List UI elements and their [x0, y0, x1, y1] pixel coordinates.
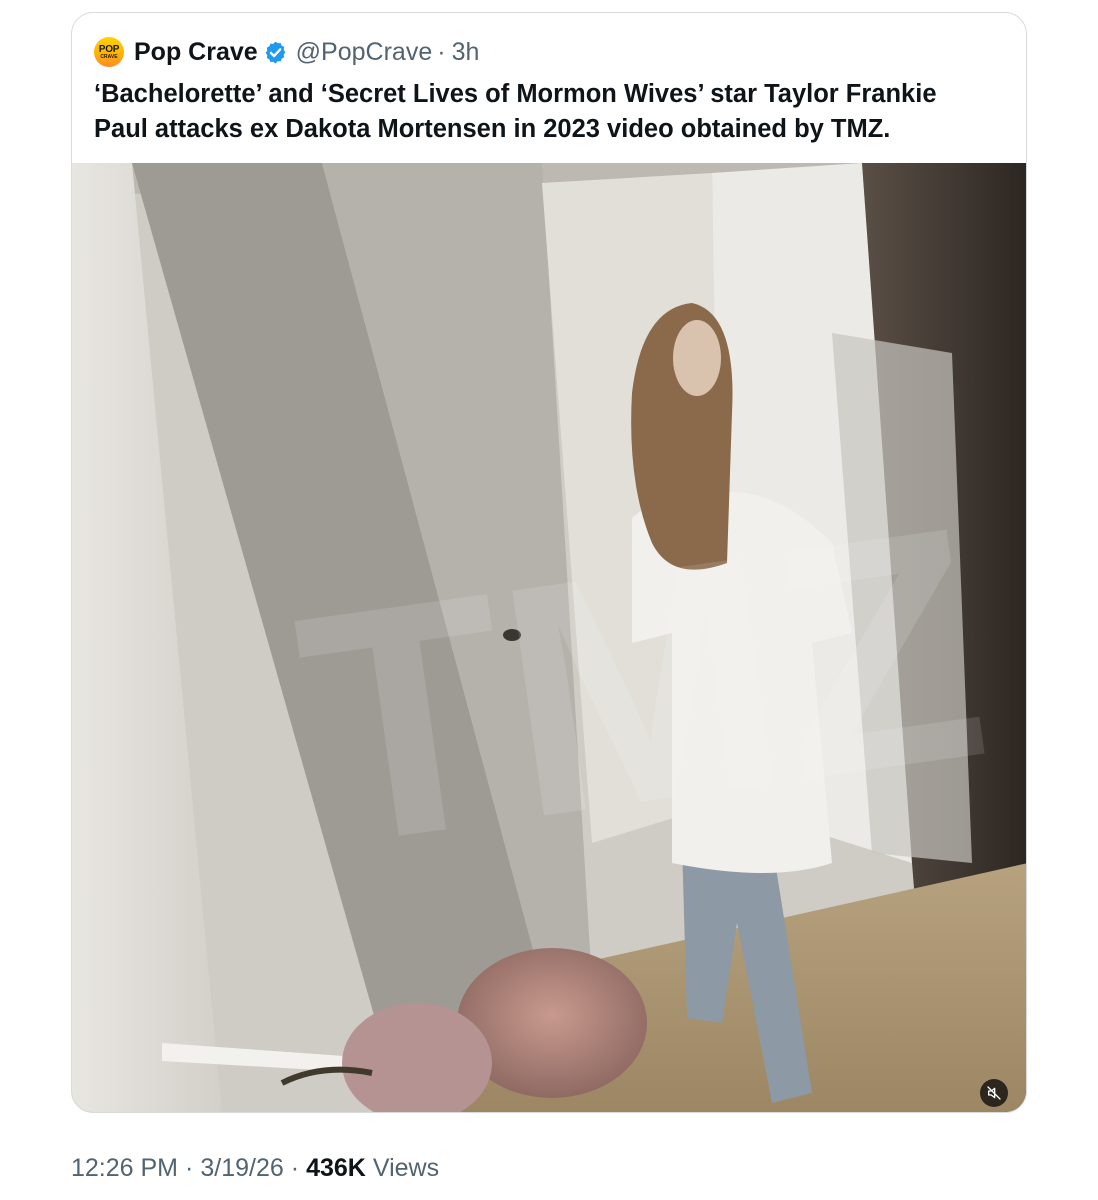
author-handle[interactable]: @PopCrave: [296, 38, 433, 67]
avatar-text-bottom: CRAVE: [100, 53, 118, 60]
post-text: ‘Bachelorette’ and ‘Secret Lives of Morm…: [94, 77, 1014, 147]
views-count: 436K: [306, 1153, 366, 1182]
verified-badge-icon: [265, 41, 285, 63]
post-text-line-1: ‘Bachelorette’ and ‘Secret Lives of Morm…: [94, 80, 937, 108]
post-meta: 12:26 PM · 3/19/26 · 436K Views: [71, 1150, 439, 1186]
post-date[interactable]: 3/19/26: [200, 1154, 283, 1183]
author-display-name[interactable]: Pop Crave: [134, 38, 258, 67]
views-label: Views: [372, 1153, 440, 1182]
header-separator: ·: [437, 37, 446, 66]
post-age[interactable]: 3h: [452, 38, 480, 67]
avatar[interactable]: POP CRAVE: [94, 37, 124, 67]
avatar-text-top: POP: [98, 43, 120, 55]
mute-button[interactable]: [980, 1079, 1008, 1107]
video-frame: TMZ: [72, 163, 1026, 1112]
speaker-muted-icon: [987, 1086, 1001, 1100]
post-header: POP CRAVE Pop Crave @PopCrave · 3h: [94, 35, 479, 69]
meta-separator: ·: [290, 1153, 300, 1182]
meta-separator: ·: [185, 1153, 194, 1182]
post-text-line-2: Paul attacks ex Dakota Mortensen in 2023…: [94, 115, 891, 143]
video-player[interactable]: TMZ: [72, 163, 1026, 1112]
post-time[interactable]: 12:26 PM: [71, 1154, 178, 1183]
post-card[interactable]: POP CRAVE Pop Crave @PopCrave · 3h ‘Bach…: [71, 12, 1027, 1113]
